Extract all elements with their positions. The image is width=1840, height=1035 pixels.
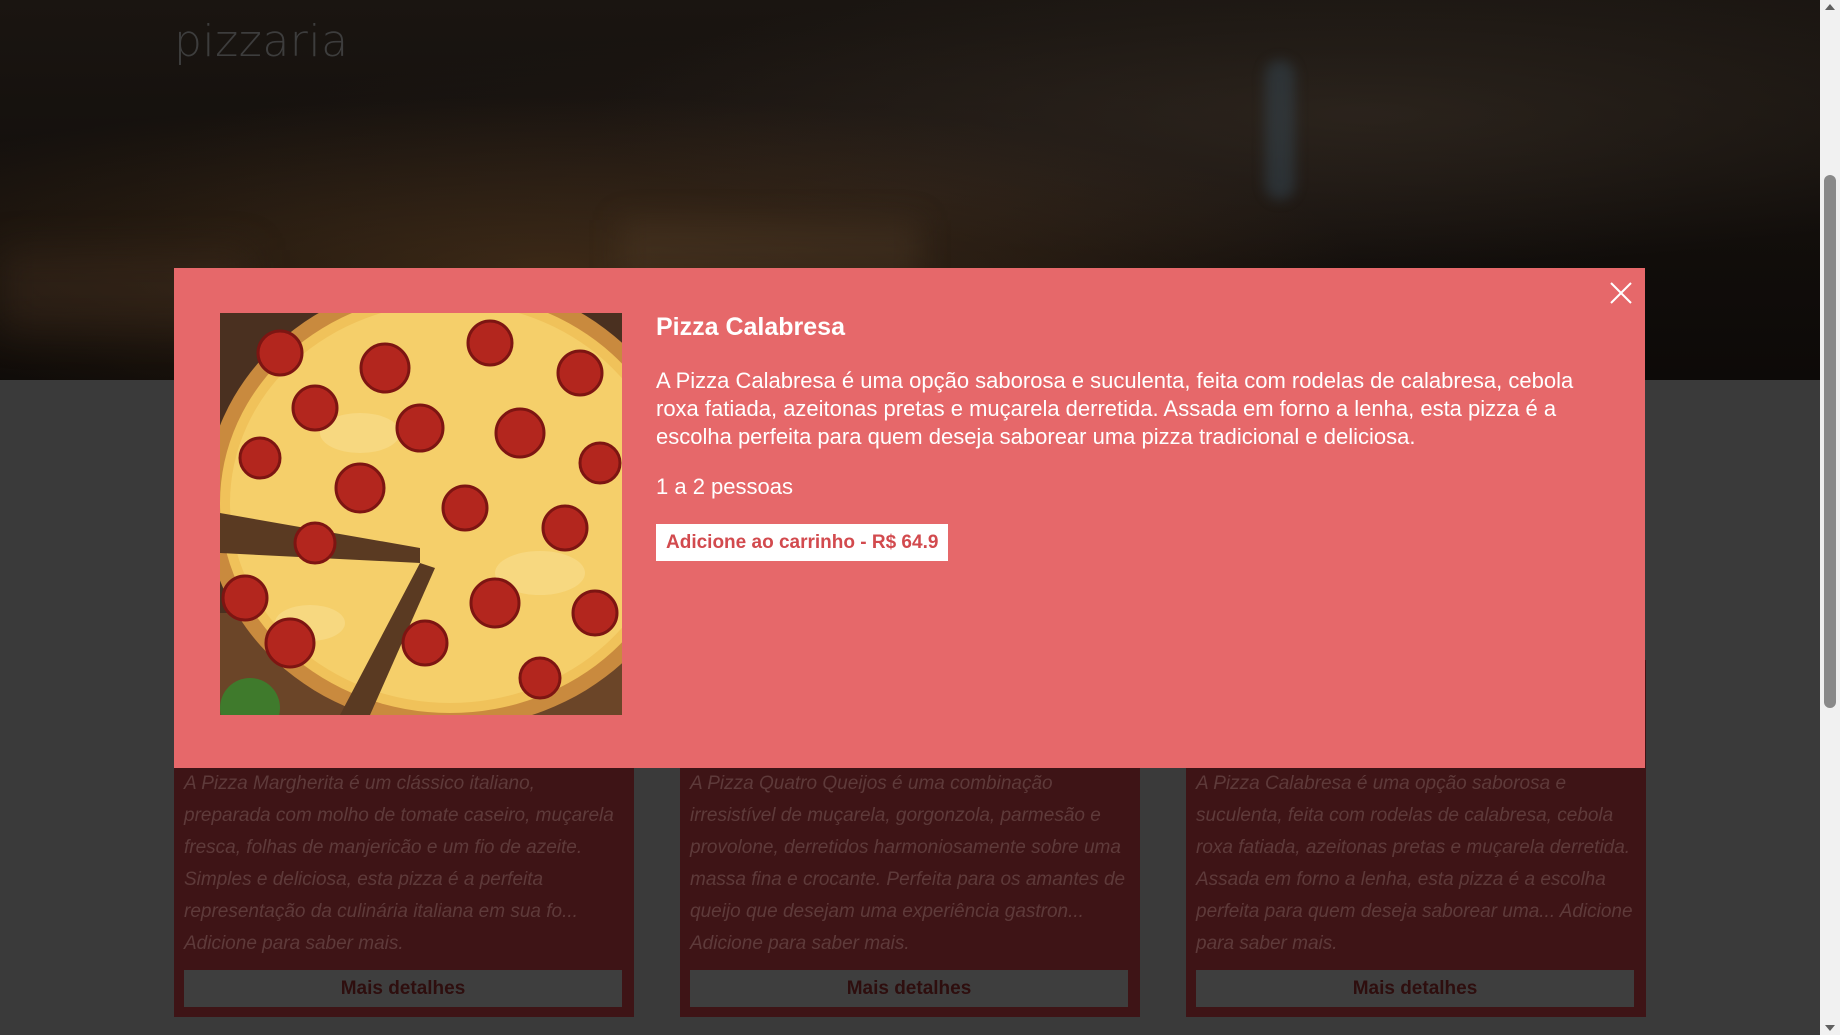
serving-size: 1 a 2 pessoas	[656, 474, 793, 499]
scroll-down-arrow-icon[interactable]	[1825, 1025, 1835, 1031]
brand-logo[interactable]: pizzaria	[174, 16, 349, 67]
modal-description: A Pizza Calabresa é uma opção saborosa e…	[656, 368, 1574, 449]
product-modal: Pizza Calabresa A Pizza Calabresa é uma …	[174, 268, 1645, 768]
more-details-button[interactable]: Mais detalhes	[690, 970, 1128, 1007]
close-icon[interactable]	[1608, 280, 1634, 306]
modal-title: Pizza Calabresa	[656, 313, 845, 341]
more-details-button[interactable]: Mais detalhes	[184, 970, 622, 1007]
product-card-description: A Pizza Calabresa é uma opção saborosa e…	[1196, 773, 1633, 954]
add-to-cart-button[interactable]: Adicione ao carrinho - R$ 64.9	[656, 524, 949, 561]
product-card-description: A Pizza Margherita é um clássico italian…	[184, 773, 614, 954]
more-details-button[interactable]: Mais detalhes	[1196, 970, 1634, 1007]
page-scrollbar[interactable]	[1820, 0, 1840, 1035]
scroll-up-arrow-icon[interactable]	[1825, 4, 1835, 10]
pizza-pepperoni-image	[220, 313, 622, 715]
hero-background-light	[1265, 60, 1295, 200]
product-card-description: A Pizza Quatro Queijos é uma combinação …	[690, 773, 1126, 954]
pizza-photo	[220, 313, 622, 715]
scrollbar-thumb[interactable]	[1824, 175, 1836, 708]
